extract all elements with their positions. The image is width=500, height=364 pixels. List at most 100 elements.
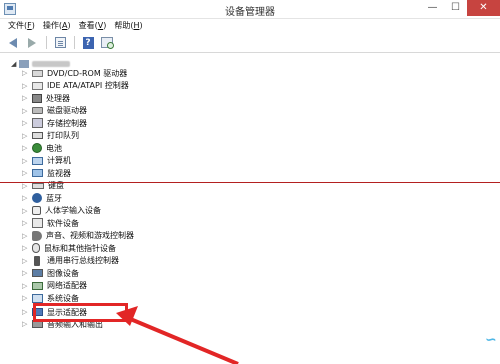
mouse-icon bbox=[32, 243, 40, 254]
annotation-highlight-box bbox=[33, 303, 128, 322]
tree-node-label: 监视器 bbox=[47, 168, 71, 178]
maximize-button[interactable]: ☐ bbox=[444, 0, 467, 16]
processor-icon bbox=[32, 93, 42, 103]
tree-node-label: 存储控制器 bbox=[47, 118, 87, 128]
ide-controller-icon bbox=[32, 81, 43, 90]
computer-icon bbox=[32, 156, 43, 165]
expand-arrow-icon[interactable]: ▷ bbox=[22, 94, 32, 102]
storage-controller-icon bbox=[32, 118, 43, 129]
tree-node-label: 网络适配器 bbox=[47, 281, 87, 291]
expand-arrow-icon[interactable]: ▷ bbox=[22, 132, 32, 140]
tree-node-imaging-devices[interactable]: ▷ 图像设备 bbox=[22, 267, 79, 280]
back-arrow-icon bbox=[9, 37, 17, 48]
collapse-arrow-icon[interactable]: ◢ bbox=[11, 60, 19, 68]
tree-node-disk-drives[interactable]: ▷ 磁盘驱动器 bbox=[22, 105, 87, 118]
menu-action-key: A bbox=[61, 21, 68, 30]
hid-icon bbox=[32, 206, 41, 216]
toolbar-separator bbox=[74, 36, 75, 49]
tree-node-label: 磁盘驱动器 bbox=[47, 106, 87, 116]
printer-icon bbox=[32, 132, 43, 140]
annotation-red-line bbox=[0, 182, 500, 183]
keyboard-icon bbox=[32, 182, 44, 189]
tree-node-network-adapters[interactable]: ▷ 网络适配器 bbox=[22, 280, 87, 293]
tree-node-label: 电池 bbox=[46, 143, 62, 153]
system-device-icon bbox=[32, 293, 43, 303]
tree-node-software-devices[interactable]: ▷ 软件设备 bbox=[22, 217, 79, 230]
tree-node-mice-pointing-devices[interactable]: ▷ 鼠标和其他指针设备 bbox=[22, 242, 116, 255]
forward-button[interactable] bbox=[24, 36, 40, 50]
expand-arrow-icon[interactable]: ▷ bbox=[22, 257, 32, 265]
expand-arrow-icon[interactable]: ▷ bbox=[22, 269, 32, 277]
dvd-drive-icon bbox=[32, 69, 43, 77]
expand-arrow-icon[interactable]: ▷ bbox=[22, 308, 32, 316]
tree-node-label: 打印队列 bbox=[47, 131, 79, 141]
menu-view[interactable]: 查看(V) bbox=[75, 19, 111, 33]
menu-action[interactable]: 操作(A) bbox=[39, 19, 75, 33]
tree-node-computer[interactable]: ▷ 计算机 bbox=[22, 155, 71, 168]
expand-arrow-icon[interactable]: ▷ bbox=[22, 282, 32, 290]
menu-file[interactable]: 文件(F) bbox=[4, 19, 39, 33]
tree-node-human-interface-devices[interactable]: ▷ 人体学输入设备 bbox=[22, 205, 101, 218]
tree-node-label: IDE ATA/ATAPI 控制器 bbox=[47, 81, 129, 91]
expand-arrow-icon[interactable]: ▷ bbox=[22, 232, 32, 240]
properties-button[interactable] bbox=[52, 36, 68, 50]
expand-arrow-icon[interactable]: ▷ bbox=[22, 107, 32, 115]
menu-view-key: V bbox=[97, 21, 104, 30]
tree-node-label: 声音、视频和游戏控制器 bbox=[46, 231, 134, 241]
expand-arrow-icon[interactable]: ▷ bbox=[22, 207, 32, 215]
expand-arrow-icon[interactable]: ▷ bbox=[22, 294, 32, 302]
expand-arrow-icon[interactable]: ▷ bbox=[22, 244, 32, 252]
expand-arrow-icon[interactable]: ▷ bbox=[22, 157, 32, 165]
tree-node-label: 计算机 bbox=[47, 156, 71, 166]
tree-node-label: 软件设备 bbox=[47, 218, 79, 228]
expand-arrow-icon[interactable]: ▷ bbox=[22, 169, 32, 177]
tree-node-sound-video-game-controllers[interactable]: ▷ 声音、视频和游戏控制器 bbox=[22, 230, 134, 243]
scan-hardware-button[interactable] bbox=[99, 36, 115, 50]
tree-node-label: 鼠标和其他指针设备 bbox=[44, 243, 116, 253]
close-button[interactable]: ✕ bbox=[467, 0, 500, 16]
menu-file-key: F bbox=[27, 21, 32, 30]
expand-arrow-icon[interactable]: ▷ bbox=[22, 194, 32, 202]
tree-node-print-queues[interactable]: ▷ 打印队列 bbox=[22, 130, 79, 143]
tree-node-label: DVD/CD-ROM 驱动器 bbox=[47, 68, 128, 78]
minimize-button[interactable]: — bbox=[421, 0, 444, 16]
properties-icon bbox=[54, 37, 66, 48]
toolbar-separator bbox=[46, 36, 47, 49]
corner-watermark-icon: ∽ bbox=[485, 332, 497, 348]
tree-node-dvd-drives[interactable]: ▷ DVD/CD-ROM 驱动器 bbox=[22, 67, 127, 80]
tree-node-label: 通用串行总线控制器 bbox=[47, 256, 119, 266]
tree-node-bluetooth[interactable]: ▷ 蓝牙 bbox=[22, 192, 62, 205]
tree-node-monitors[interactable]: ▷ 监视器 bbox=[22, 167, 71, 180]
expand-arrow-icon[interactable]: ▷ bbox=[22, 219, 32, 227]
expand-arrow-icon[interactable]: ▷ bbox=[22, 119, 32, 127]
bluetooth-icon bbox=[32, 193, 42, 204]
expand-arrow-icon[interactable]: ▷ bbox=[22, 144, 32, 152]
toolbar: ? bbox=[0, 33, 500, 53]
tree-node-storage-controllers[interactable]: ▷ 存储控制器 bbox=[22, 117, 87, 130]
expand-arrow-icon[interactable]: ▷ bbox=[22, 82, 32, 90]
battery-icon bbox=[32, 143, 42, 154]
tree-node-batteries[interactable]: ▷ 电池 bbox=[22, 142, 62, 155]
help-icon: ? bbox=[82, 36, 94, 49]
tree-node-processors[interactable]: ▷ 处理器 bbox=[22, 92, 70, 105]
usb-icon bbox=[34, 255, 40, 266]
tree-node-label: 图像设备 bbox=[47, 268, 79, 278]
tree-node-usb-controllers[interactable]: ▷ 通用串行总线控制器 bbox=[22, 255, 119, 268]
tree-node-label: 人体学输入设备 bbox=[45, 206, 101, 216]
menu-bar: 文件(F) 操作(A) 查看(V) 帮助(H) bbox=[0, 19, 500, 33]
title-bar: 设备管理器 — ☐ ✕ bbox=[0, 0, 500, 19]
back-button[interactable] bbox=[5, 36, 21, 50]
menu-action-label: 操作 bbox=[42, 21, 59, 30]
tree-node-ide-controllers[interactable]: ▷ IDE ATA/ATAPI 控制器 bbox=[22, 80, 129, 93]
sound-icon bbox=[32, 230, 42, 241]
expand-arrow-icon[interactable]: ▷ bbox=[22, 320, 32, 328]
expand-arrow-icon[interactable]: ▷ bbox=[22, 69, 32, 77]
help-button[interactable]: ? bbox=[80, 36, 96, 50]
network-adapter-icon bbox=[32, 281, 43, 290]
monitor-icon bbox=[32, 169, 43, 178]
menu-file-label: 文件 bbox=[8, 21, 24, 30]
menu-help[interactable]: 帮助(H) bbox=[110, 19, 146, 33]
forward-arrow-icon bbox=[28, 37, 36, 48]
menu-help-key: H bbox=[133, 21, 140, 30]
scan-hardware-icon bbox=[101, 37, 114, 49]
